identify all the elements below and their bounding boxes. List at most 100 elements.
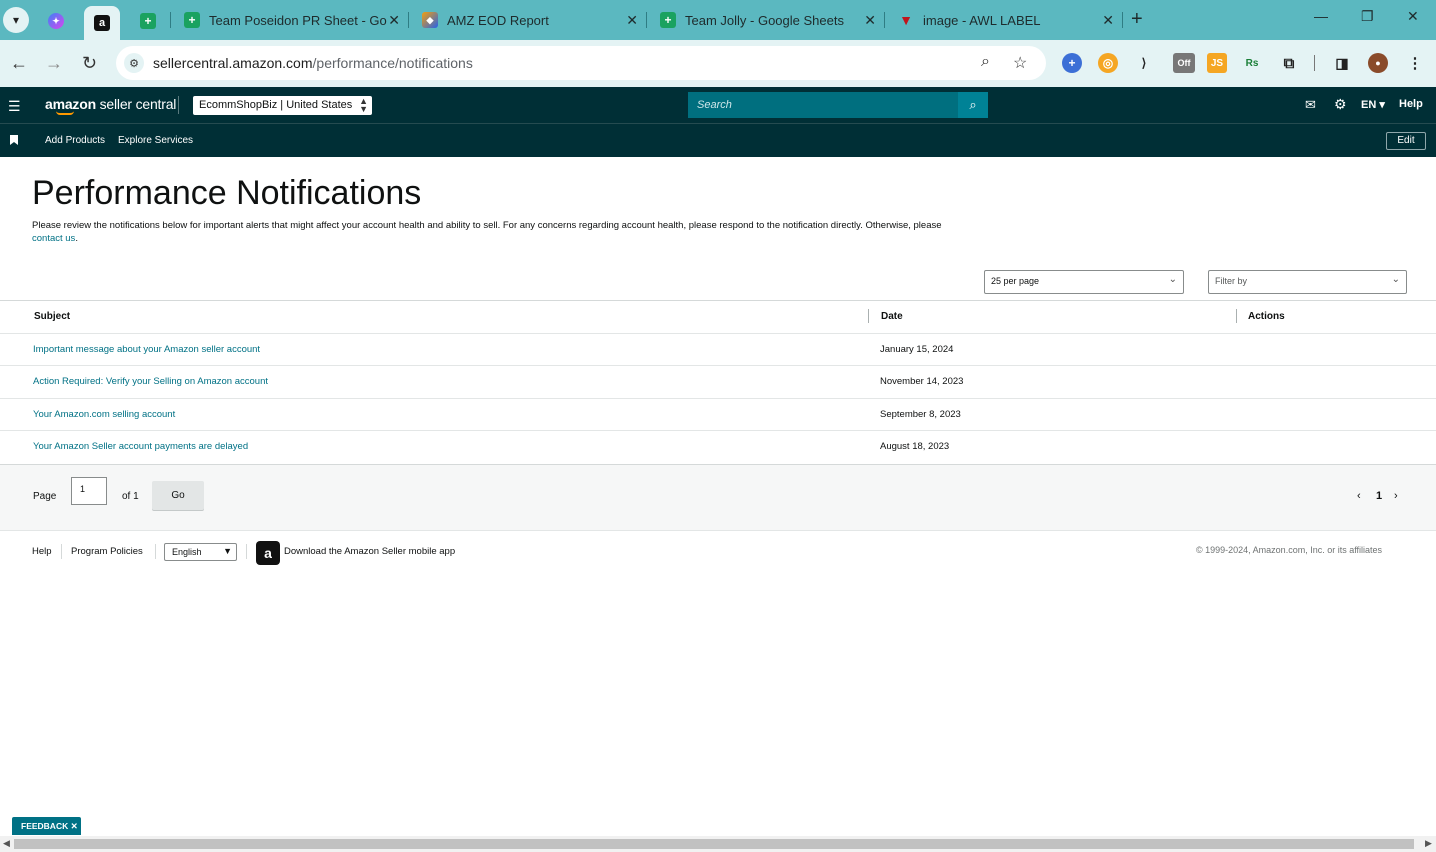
tab-team-poseidon[interactable]: + Team Poseidon PR Sheet - Goo ✕ bbox=[172, 6, 408, 34]
close-icon[interactable]: ✕ bbox=[388, 12, 400, 29]
copyright-text: © 1999-2024, Amazon.com, Inc. or its aff… bbox=[1196, 545, 1383, 555]
column-header-subject[interactable]: Subject bbox=[34, 311, 70, 322]
report-icon: ◆ bbox=[422, 12, 438, 28]
notification-subject-link[interactable]: Action Required: Verify your Selling on … bbox=[33, 376, 268, 387]
column-header-actions: Actions bbox=[1248, 311, 1285, 322]
extension-icon[interactable]: ◎ bbox=[1098, 53, 1118, 73]
footer-divider bbox=[155, 544, 156, 559]
page-title: Performance Notifications bbox=[32, 174, 422, 212]
restore-icon[interactable]: ❐ bbox=[1361, 8, 1374, 25]
footer-language-select[interactable]: English ▼ bbox=[164, 543, 237, 561]
page-count-label: of 1 bbox=[122, 491, 139, 502]
search-icon[interactable]: ⌕ bbox=[958, 92, 988, 118]
tab-title: image - AWL LABEL bbox=[923, 12, 1041, 28]
pinned-tab-messenger[interactable]: ✦ bbox=[38, 6, 74, 36]
filter-select[interactable]: Filter by ⌄ bbox=[1208, 270, 1407, 294]
footer-divider bbox=[61, 544, 62, 559]
notification-subject-link[interactable]: Important message about your Amazon sell… bbox=[33, 344, 260, 355]
close-icon[interactable]: ✕ bbox=[626, 12, 638, 29]
bookmark-bar: Add Products Explore Services Edit bbox=[0, 123, 1436, 157]
page-footer: Help Program Policies English ▼ a Downloa… bbox=[0, 540, 1436, 565]
help-link[interactable]: Help bbox=[1399, 98, 1423, 110]
updown-chevron-icon: ▲ ▼ bbox=[359, 96, 368, 114]
scroll-left-arrow-icon[interactable]: ◀ bbox=[3, 838, 10, 849]
side-panel-icon[interactable]: ◨ bbox=[1332, 53, 1352, 73]
forward-arrow-icon[interactable]: → bbox=[45, 53, 63, 73]
extension-icon[interactable]: JS bbox=[1207, 53, 1227, 73]
puzzle-extensions-icon[interactable]: ⧉ bbox=[1279, 53, 1299, 73]
back-arrow-icon[interactable]: ← bbox=[10, 53, 28, 73]
extension-icon[interactable]: Rs bbox=[1242, 53, 1262, 73]
pinned-tab-sheets[interactable]: + bbox=[130, 6, 166, 36]
tab-search-chevron-icon[interactable]: ▾ bbox=[3, 7, 29, 33]
google-sheets-icon: + bbox=[660, 12, 676, 28]
address-bar[interactable]: ⚙ sellercentral.amazon.com/performance/n… bbox=[116, 46, 1046, 80]
tab-team-jolly[interactable]: + Team Jolly - Google Sheets ✕ bbox=[648, 6, 884, 34]
download-app-link[interactable]: Download the Amazon Seller mobile app bbox=[284, 546, 455, 557]
extension-icon[interactable]: Off bbox=[1173, 53, 1195, 73]
amazon-seller-app-icon[interactable]: a bbox=[256, 541, 280, 565]
chevron-down-icon: ⌄ bbox=[1168, 274, 1177, 285]
nav-add-products[interactable]: Add Products bbox=[45, 135, 105, 146]
per-page-select[interactable]: 25 per page ⌄ bbox=[984, 270, 1184, 294]
scrollbar-thumb[interactable] bbox=[14, 839, 1414, 849]
close-icon[interactable]: ✕ bbox=[864, 12, 876, 29]
search-input[interactable]: Search bbox=[688, 92, 958, 118]
toolbar-divider bbox=[1314, 55, 1315, 71]
tab-amz-eod[interactable]: ◆ AMZ EOD Report ✕ bbox=[410, 6, 646, 34]
profile-avatar-icon[interactable]: ● bbox=[1368, 53, 1388, 73]
language-menu[interactable]: EN ▾ bbox=[1361, 98, 1385, 111]
bookmark-star-icon[interactable]: ☆ bbox=[1013, 53, 1027, 73]
extension-icon[interactable]: + bbox=[1062, 53, 1082, 73]
close-icon[interactable]: ✕ bbox=[1102, 12, 1114, 29]
reload-icon[interactable]: ↻ bbox=[82, 53, 97, 73]
settings-gear-icon[interactable]: ⚙ bbox=[1334, 96, 1347, 113]
notification-subject-link[interactable]: Your Amazon.com selling account bbox=[33, 409, 175, 420]
hamburger-menu-icon[interactable]: ☰ bbox=[8, 98, 21, 115]
notification-date: September 8, 2023 bbox=[880, 409, 961, 420]
tab-title: AMZ EOD Report bbox=[447, 12, 549, 28]
pagination-bar: Page 1 of 1 Go ‹ 1 › bbox=[0, 464, 1436, 531]
tab-divider bbox=[170, 12, 171, 28]
chevron-down-icon: ⌄ bbox=[1391, 274, 1400, 285]
row-divider bbox=[0, 333, 1436, 334]
seller-central-logo[interactable]: amazon seller central bbox=[45, 96, 176, 112]
footer-help-link[interactable]: Help bbox=[32, 546, 52, 557]
window-close-icon[interactable]: ✕ bbox=[1407, 8, 1419, 25]
google-sheets-icon: + bbox=[184, 12, 200, 28]
account-name: EcommShopBiz | United States bbox=[199, 99, 353, 111]
feedback-button[interactable]: FEEDBACK ✕ bbox=[12, 817, 81, 835]
nav-explore-services[interactable]: Explore Services bbox=[118, 135, 193, 146]
zoom-icon[interactable]: ⌕ bbox=[981, 53, 990, 71]
mail-icon[interactable]: ✉ bbox=[1305, 97, 1316, 113]
tab-divider bbox=[408, 12, 409, 28]
contact-us-link[interactable]: contact us bbox=[32, 233, 75, 244]
pinned-tab-amazon[interactable]: a bbox=[84, 6, 120, 40]
new-tab-plus-icon[interactable]: + bbox=[1131, 9, 1143, 29]
browser-tab-bar: ▾ ✦ a + + Team Poseidon PR Sheet - Goo ✕… bbox=[0, 0, 1436, 40]
scroll-right-arrow-icon[interactable]: ▶ bbox=[1425, 838, 1432, 849]
footer-divider bbox=[246, 544, 247, 559]
extension-icon[interactable]: ⟩ bbox=[1134, 53, 1154, 73]
page-number-input[interactable]: 1 bbox=[71, 477, 107, 505]
next-page-chevron-icon[interactable]: › bbox=[1394, 490, 1398, 502]
column-header-date[interactable]: Date bbox=[881, 311, 903, 322]
tab-awl-label[interactable]: ▼ image - AWL LABEL ✕ bbox=[886, 6, 1122, 34]
edit-button[interactable]: Edit bbox=[1386, 132, 1426, 150]
horizontal-scrollbar[interactable]: ◀ ▶ bbox=[0, 836, 1436, 852]
account-switcher[interactable]: EcommShopBiz | United States ▲ ▼ bbox=[193, 96, 372, 115]
row-divider bbox=[0, 430, 1436, 431]
amazon-icon: a bbox=[94, 15, 110, 31]
current-page-number[interactable]: 1 bbox=[1376, 490, 1382, 502]
page-label: Page bbox=[33, 491, 57, 502]
notification-subject-link[interactable]: Your Amazon Seller account payments are … bbox=[33, 441, 248, 452]
kebab-menu-icon[interactable]: ⋮ bbox=[1405, 53, 1425, 73]
tab-title: Team Jolly - Google Sheets bbox=[685, 12, 844, 28]
prev-page-chevron-icon[interactable]: ‹ bbox=[1357, 490, 1361, 502]
go-button[interactable]: Go bbox=[152, 481, 204, 510]
minimize-icon[interactable]: — bbox=[1314, 8, 1328, 24]
notification-date: November 14, 2023 bbox=[880, 376, 964, 387]
footer-program-policies-link[interactable]: Program Policies bbox=[71, 546, 143, 557]
site-info-icon[interactable]: ⚙ bbox=[124, 53, 144, 73]
bookmark-icon[interactable] bbox=[10, 135, 18, 145]
